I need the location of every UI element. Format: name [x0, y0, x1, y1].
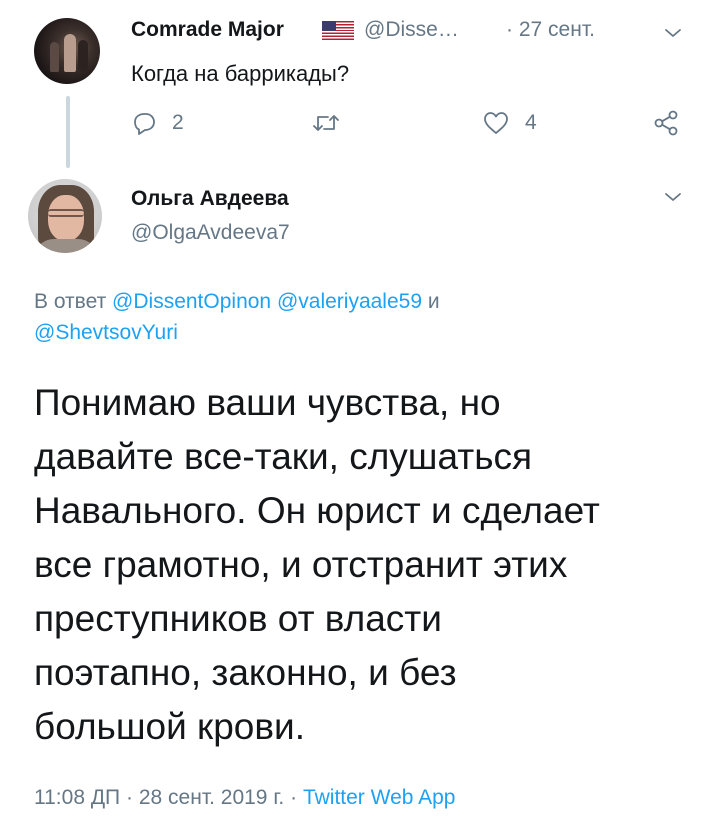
- chevron-down-icon[interactable]: [664, 24, 682, 42]
- mention-link[interactable]: @ShevtsovYuri: [34, 321, 178, 344]
- us-flag-icon: [322, 21, 354, 40]
- replying-to: В ответ @DissentOpinon @valeriyaale59 и …: [34, 286, 634, 348]
- main-author-name[interactable]: Ольга Авдеева: [131, 187, 289, 211]
- main-tweet-text: Понимаю ваши чувства, но давайте все-так…: [34, 382, 600, 747]
- parent-avatar[interactable]: [34, 18, 100, 84]
- main-author-handle[interactable]: @OlgaAvdeeva7: [131, 221, 290, 245]
- reply-prefix: В ответ: [34, 290, 107, 313]
- parent-date-text: 27 сент.: [518, 18, 595, 41]
- reply-conjunction: и: [427, 290, 440, 313]
- parent-author-name[interactable]: Comrade Major: [131, 18, 284, 42]
- meta-separator: ·: [126, 786, 133, 809]
- reply-count: 2: [172, 111, 184, 134]
- mention-link[interactable]: @DissentOpinon: [112, 290, 271, 313]
- like-count: 4: [525, 111, 537, 134]
- share-icon: [651, 109, 681, 137]
- tweet-time[interactable]: 11:08 ДП: [34, 786, 120, 809]
- reply-button[interactable]: 2: [130, 108, 184, 138]
- reply-icon: [130, 109, 158, 137]
- like-icon: [481, 109, 511, 137]
- tweet-meta: 11:08 ДП · 28 сент. 2019 г. · Twitter We…: [34, 786, 455, 810]
- date-separator: ·: [506, 18, 513, 41]
- parent-tweet[interactable]: Comrade Major @Disse… · 27 сент. Когда н…: [0, 0, 720, 170]
- like-button[interactable]: 4: [481, 108, 537, 138]
- mention-link[interactable]: @valeriyaale59: [277, 290, 422, 313]
- parent-tweet-date[interactable]: · 27 сент.: [506, 18, 595, 42]
- tweet-date[interactable]: 28 сент. 2019 г.: [139, 786, 284, 809]
- main-avatar[interactable]: [28, 179, 102, 253]
- meta-separator: ·: [290, 786, 298, 809]
- parent-tweet-text: Когда на баррикады?: [131, 61, 350, 86]
- retweet-button[interactable]: [311, 108, 355, 138]
- chevron-down-icon[interactable]: [664, 188, 682, 206]
- retweet-icon: [311, 109, 341, 137]
- parent-author-handle[interactable]: @Disse…: [364, 18, 459, 42]
- share-button[interactable]: [651, 108, 681, 138]
- thread-connector-line: [66, 96, 70, 168]
- source-app-link[interactable]: Twitter Web App: [303, 786, 456, 809]
